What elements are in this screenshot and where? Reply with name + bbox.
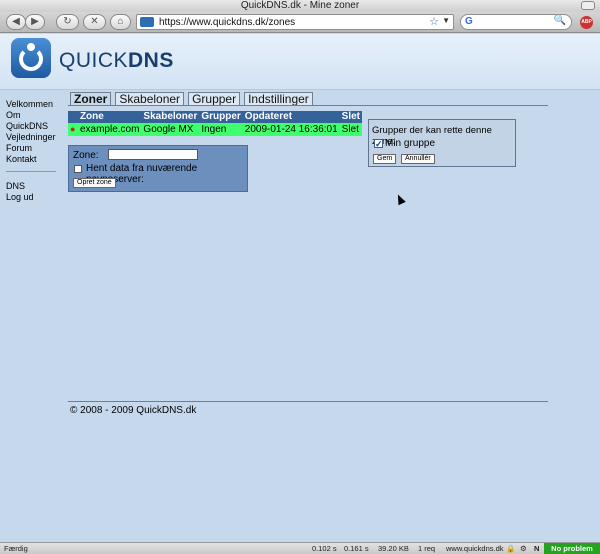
lock-icon: 🔒 bbox=[506, 544, 516, 553]
tab-skabeloner[interactable]: Skabeloner bbox=[115, 92, 185, 106]
column-header-skabeloner: Skabeloner bbox=[141, 111, 200, 123]
sidebar-item-velkommen[interactable]: Velkommen bbox=[6, 99, 62, 110]
sidebar-divider bbox=[6, 171, 56, 172]
zone-link[interactable]: example.com bbox=[77, 123, 142, 136]
quickdns-logo-icon[interactable] bbox=[11, 38, 51, 78]
zone-input[interactable] bbox=[108, 149, 198, 160]
bullet-header bbox=[68, 111, 78, 123]
save-button[interactable]: Gem bbox=[373, 154, 397, 164]
brand-bold: DNS bbox=[128, 49, 174, 72]
address-bar[interactable]: https://www.quickdns.dk/zones ☆ ▼ bbox=[136, 14, 454, 30]
min-gruppe-checkbox[interactable]: ✓ bbox=[374, 139, 383, 149]
stop-button[interactable]: ✕ bbox=[83, 14, 106, 30]
sidebar-item-forum[interactable]: Forum bbox=[6, 143, 62, 154]
forward-button[interactable]: ▶ bbox=[25, 14, 45, 30]
groups-panel: Grupper der kan rette denne zone: ✓ Min … bbox=[368, 119, 516, 167]
tab-indstillinger[interactable]: Indstillinger bbox=[244, 92, 313, 106]
tab-bar: Zoner Skabeloner Grupper Indstillinger bbox=[70, 92, 313, 106]
footer-copyright: © 2008 - 2009 QuickDNS.dk bbox=[70, 405, 197, 416]
home-button[interactable]: ⌂ bbox=[110, 14, 131, 30]
sidebar-item-om-quickdns[interactable]: Om QuickDNS bbox=[6, 110, 62, 132]
back-arrow-icon: ◀ bbox=[12, 16, 20, 27]
fetch-data-checkbox[interactable] bbox=[74, 165, 82, 173]
forward-arrow-icon: ▶ bbox=[31, 16, 39, 27]
window-titlebar: QuickDNS.dk - Mine zoner bbox=[0, 0, 600, 12]
bookmark-star-icon[interactable]: ☆ bbox=[429, 15, 439, 28]
sidebar-item-dns[interactable]: DNS bbox=[6, 181, 62, 192]
status-requests: 1 req bbox=[418, 544, 436, 553]
adblock-icon[interactable]: ABP bbox=[580, 16, 593, 29]
back-button[interactable]: ◀ bbox=[6, 14, 26, 30]
tab-grupper[interactable]: Grupper bbox=[188, 92, 241, 106]
window-title: QuickDNS.dk - Mine zoner bbox=[240, 0, 360, 11]
reload-button[interactable]: ↻ bbox=[56, 14, 79, 30]
status-host: www.quickdns.dk bbox=[446, 544, 504, 553]
footer-divider bbox=[68, 401, 548, 402]
page-content: QUICKDNS Velkommen Om QuickDNS Vejlednin… bbox=[0, 34, 600, 542]
sidebar-item-log-ud[interactable]: Log ud bbox=[6, 192, 62, 203]
logo-dot bbox=[27, 43, 35, 51]
search-icon[interactable]: 🔍 bbox=[554, 15, 566, 26]
toolbar-toggle-button[interactable] bbox=[581, 1, 595, 10]
n-icon[interactable]: N bbox=[534, 543, 539, 554]
create-zone-form: Zone: Hent data fra nuværende navneserve… bbox=[68, 145, 248, 192]
reload-icon: ↻ bbox=[63, 16, 72, 27]
table-header-row: Zone Skabeloner Grupper Opdateret Slet bbox=[68, 111, 362, 123]
zone-template-link[interactable]: Google MX bbox=[141, 123, 200, 136]
sidebar-item-vejledninger[interactable]: Vejledninger bbox=[6, 132, 62, 143]
table-row: ● example.com Google MX Ingen 2009-01-24… bbox=[68, 123, 362, 136]
column-header-grupper: Grupper bbox=[199, 111, 243, 123]
site-header: QUICKDNS bbox=[0, 34, 600, 90]
brand-name[interactable]: QUICKDNS bbox=[59, 49, 174, 73]
site-favicon-icon bbox=[140, 17, 154, 27]
zones-table: Zone Skabeloner Grupper Opdateret Slet ●… bbox=[68, 111, 362, 136]
home-icon: ⌂ bbox=[117, 16, 124, 27]
mouse-pointer-icon bbox=[394, 192, 406, 206]
column-header-slet: Slet bbox=[339, 111, 362, 123]
status-size: 39.20 KB bbox=[378, 544, 409, 553]
status-time-1: 0.102 s bbox=[312, 544, 337, 553]
search-engine-icon[interactable]: G bbox=[465, 16, 473, 27]
zone-status-dot-icon: ● bbox=[70, 124, 76, 134]
zone-delete-link[interactable]: Slet bbox=[339, 123, 362, 136]
extension-icon[interactable]: ⚙ bbox=[520, 543, 527, 554]
min-gruppe-label: Min gruppe bbox=[385, 138, 436, 149]
status-badge[interactable]: No problem bbox=[544, 543, 600, 554]
zone-label: Zone: bbox=[73, 150, 99, 161]
status-text: Færdig bbox=[4, 544, 28, 553]
zone-groups-link[interactable]: Ingen bbox=[199, 123, 243, 136]
zone-updated: 2009-01-24 16:36:01 bbox=[242, 123, 340, 136]
history-dropdown-icon[interactable]: ▼ bbox=[442, 16, 450, 25]
tab-underline bbox=[68, 105, 548, 106]
brand-light: QUICK bbox=[59, 49, 129, 72]
create-zone-button[interactable]: Opret zone bbox=[73, 178, 116, 188]
address-url: https://www.quickdns.dk/zones bbox=[159, 17, 296, 28]
column-header-zone: Zone bbox=[77, 111, 142, 123]
browser-toolbar: ◀ ▶ ↻ ✕ ⌂ https://www.quickdns.dk/zones … bbox=[0, 12, 600, 33]
sidebar-item-kontakt[interactable]: Kontakt bbox=[6, 154, 62, 165]
cancel-button[interactable]: Annullér bbox=[401, 154, 435, 164]
browser-statusbar: Færdig 0.102 s 0.161 s 39.20 KB 1 req ww… bbox=[0, 542, 600, 554]
column-header-opdateret: Opdateret bbox=[242, 111, 340, 123]
sidebar-nav: Velkommen Om QuickDNS Vejledninger Forum… bbox=[6, 99, 62, 203]
status-time-2: 0.161 s bbox=[344, 544, 369, 553]
search-box[interactable]: G 🔍 bbox=[460, 14, 572, 30]
tab-zoner[interactable]: Zoner bbox=[70, 92, 112, 106]
stop-icon: ✕ bbox=[90, 16, 99, 27]
